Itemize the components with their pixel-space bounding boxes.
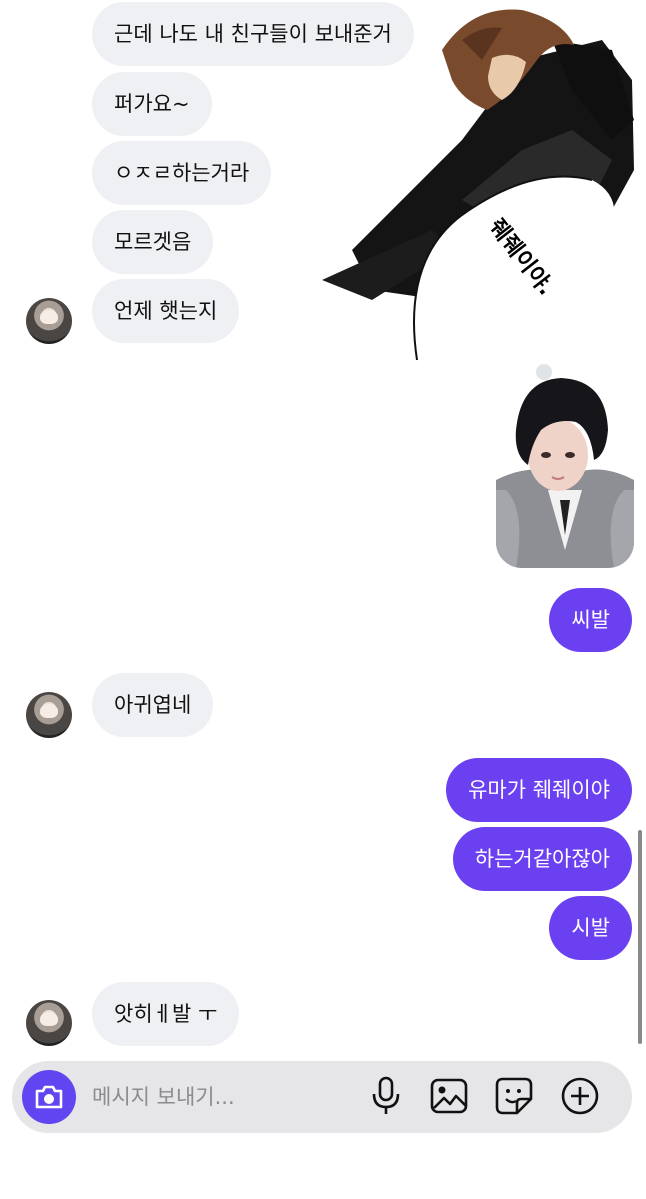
message-incoming[interactable]: 앗히ㅔ발 ㅜ [92, 982, 240, 1046]
image-icon [430, 1078, 468, 1114]
camera-button[interactable] [22, 1070, 76, 1124]
message-outgoing[interactable]: 씨발 [549, 588, 632, 652]
avatar[interactable] [26, 298, 72, 344]
message-outgoing[interactable]: 유마가 줴줴이야 [446, 758, 632, 822]
message-incoming[interactable]: 아귀엽네 [92, 673, 214, 737]
chat-screen: 근데 나도 내 친구들이 보내준거 퍼가요~ ㅇㅈㄹ하는거라 모르겟음 언제 햇… [0, 0, 646, 1199]
voice-button[interactable] [365, 1075, 407, 1117]
gallery-button[interactable] [428, 1075, 470, 1117]
microphone-icon [372, 1076, 400, 1114]
message-incoming[interactable]: 모르겟음 [92, 210, 214, 274]
camera-icon [35, 1085, 63, 1109]
message-incoming[interactable]: 언제 햇는지 [92, 279, 240, 343]
message-input[interactable]: 메시지 보내기... [92, 1082, 235, 1112]
scrollbar[interactable] [638, 830, 642, 1044]
message-outgoing[interactable]: 시발 [549, 896, 632, 960]
avatar[interactable] [26, 1000, 72, 1046]
more-button[interactable] [559, 1075, 601, 1117]
manga-sticker[interactable]: 줴줴이야. [312, 0, 646, 380]
message-incoming[interactable]: ㅇㅈㄹ하는거라 [92, 141, 272, 205]
message-incoming[interactable]: 퍼가요~ [92, 72, 212, 136]
sticker-button[interactable] [493, 1075, 535, 1117]
plus-circle-icon [561, 1077, 599, 1115]
message-outgoing[interactable]: 하는거같아잖아 [452, 827, 632, 891]
photo-sticker[interactable] [496, 360, 634, 568]
avatar[interactable] [26, 692, 72, 738]
sticker-icon [495, 1077, 533, 1115]
